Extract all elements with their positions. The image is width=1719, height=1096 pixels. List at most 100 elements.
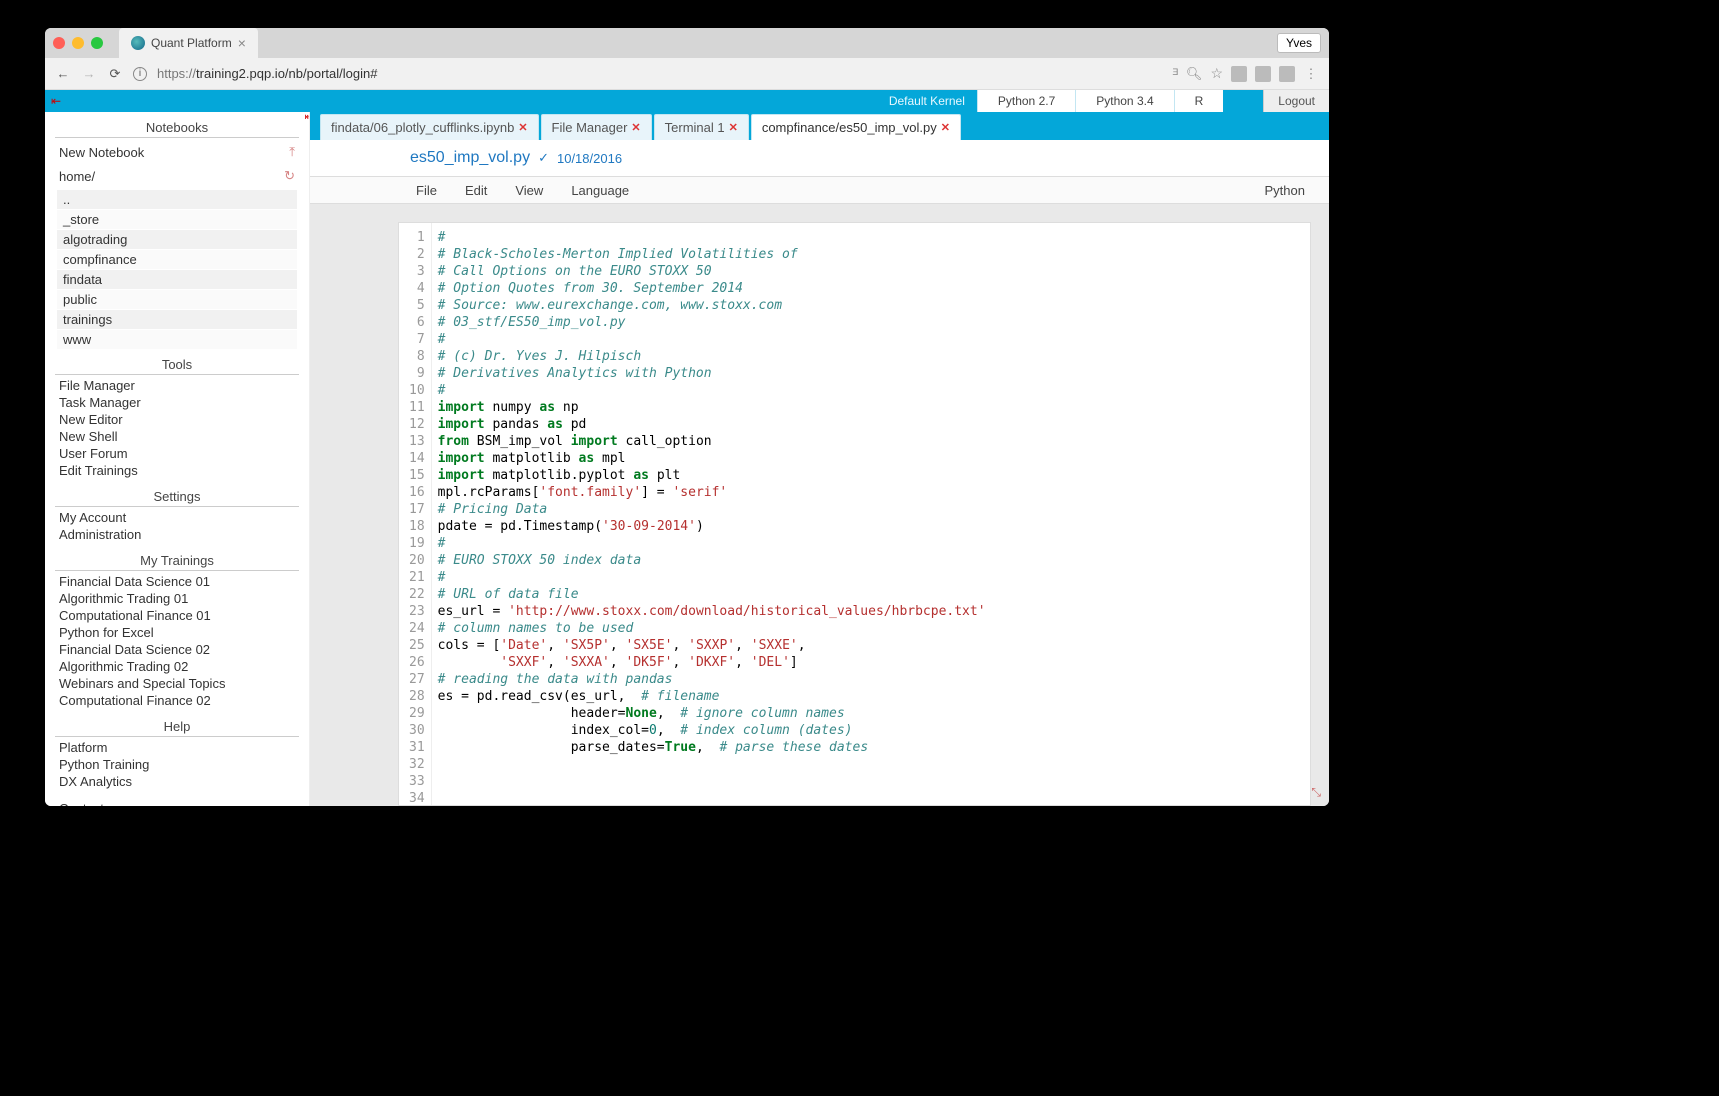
back-icon[interactable]: ← bbox=[55, 66, 71, 82]
training-item[interactable]: Computational Finance 01 bbox=[57, 607, 297, 624]
settings-item[interactable]: My Account bbox=[57, 509, 297, 526]
resize-handle-icon[interactable]: ⤡ bbox=[1311, 785, 1321, 800]
kernel-spacer bbox=[1223, 90, 1263, 112]
profile-button[interactable]: Yves bbox=[1277, 33, 1321, 53]
tool-item[interactable]: New Editor bbox=[57, 411, 297, 428]
file-name[interactable]: es50_imp_vol.py bbox=[410, 149, 530, 167]
refresh-icon[interactable]: ↻ bbox=[284, 168, 295, 184]
directory-item[interactable]: _store bbox=[57, 210, 297, 229]
settings-list: My AccountAdministration bbox=[57, 509, 297, 543]
site-info-icon[interactable]: i bbox=[133, 67, 147, 81]
logout-button[interactable]: Logout bbox=[1263, 90, 1329, 112]
zoom-icon[interactable]: 🔍︎ bbox=[1186, 66, 1203, 82]
kernel-button-py27[interactable]: Python 2.7 bbox=[977, 90, 1075, 112]
close-tab-icon[interactable]: ✕ bbox=[941, 121, 950, 134]
tools-list: File ManagerTask ManagerNew EditorNew Sh… bbox=[57, 377, 297, 479]
document-tab[interactable]: Terminal 1 ✕ bbox=[654, 114, 749, 140]
sidebar-section-trainings: My Trainings bbox=[55, 547, 299, 571]
directory-item[interactable]: public bbox=[57, 290, 297, 309]
document-tab-label: findata/06_plotly_cufflinks.ipynb bbox=[331, 120, 514, 135]
tool-item[interactable]: Task Manager bbox=[57, 394, 297, 411]
training-item[interactable]: Algorithmic Trading 02 bbox=[57, 658, 297, 675]
directory-item[interactable]: .. bbox=[57, 190, 297, 209]
code-editor[interactable]: 1234567891011121314151617181920212223242… bbox=[398, 222, 1311, 806]
translate-icon[interactable]: ᴲ bbox=[1173, 66, 1178, 81]
directory-list: .._storealgotradingcompfinancefindatapub… bbox=[57, 190, 297, 349]
code-area[interactable]: ## Black-Scholes-Merton Implied Volatili… bbox=[432, 223, 986, 805]
document-tab-label: File Manager bbox=[552, 120, 628, 135]
line-gutter: 1234567891011121314151617181920212223242… bbox=[399, 223, 432, 805]
menu-language[interactable]: Language bbox=[571, 183, 629, 198]
directory-item[interactable]: compfinance bbox=[57, 250, 297, 269]
kernel-button-r[interactable]: R bbox=[1174, 90, 1224, 112]
file-header: es50_imp_vol.py ✓ 10/18/2016 bbox=[310, 140, 1329, 176]
menu-view[interactable]: View bbox=[515, 183, 543, 198]
extension-icon[interactable] bbox=[1255, 66, 1271, 82]
document-tab[interactable]: findata/06_plotly_cufflinks.ipynb ✕ bbox=[320, 114, 539, 140]
home-label: home/ bbox=[59, 169, 95, 184]
extension-icon[interactable] bbox=[1231, 66, 1247, 82]
close-tab-icon[interactable]: ✕ bbox=[518, 121, 527, 134]
panel-toggle-icon[interactable]: ⇤ bbox=[45, 94, 67, 108]
training-item[interactable]: Computational Finance 02 bbox=[57, 692, 297, 709]
help-item[interactable]: DX Analytics bbox=[57, 773, 297, 790]
close-tab-icon[interactable]: ✕ bbox=[631, 121, 640, 134]
directory-item[interactable]: findata bbox=[57, 270, 297, 289]
document-tab-label: Terminal 1 bbox=[665, 120, 725, 135]
close-tab-icon[interactable]: ✕ bbox=[729, 121, 738, 134]
pin-icon[interactable]: ⤒ bbox=[289, 144, 295, 160]
training-item[interactable]: Python for Excel bbox=[57, 624, 297, 641]
forward-icon[interactable]: → bbox=[81, 66, 97, 82]
new-notebook-row[interactable]: New Notebook ⤒ bbox=[45, 140, 309, 164]
help-item[interactable]: Python Training bbox=[57, 756, 297, 773]
training-item[interactable]: Webinars and Special Topics bbox=[57, 675, 297, 692]
browser-tab-title: Quant Platform bbox=[151, 36, 232, 50]
language-indicator[interactable]: Python bbox=[1265, 183, 1305, 198]
url-path: training2.pqp.io/nb/portal/login# bbox=[196, 66, 377, 81]
favicon-icon bbox=[131, 36, 145, 50]
editor-menubar: File Edit View Language Python bbox=[310, 176, 1329, 204]
default-kernel-label[interactable]: Default Kernel bbox=[877, 94, 977, 108]
contact-item[interactable]: Contact us bbox=[57, 800, 297, 806]
contact-list: Contact usTell Friends bbox=[57, 800, 297, 806]
document-tab[interactable]: compfinance/es50_imp_vol.py ✕ bbox=[751, 114, 961, 140]
tool-item[interactable]: New Shell bbox=[57, 428, 297, 445]
file-date: 10/18/2016 bbox=[557, 151, 622, 166]
minimize-window-icon[interactable] bbox=[72, 37, 84, 49]
directory-item[interactable]: www bbox=[57, 330, 297, 349]
kernel-button-py34[interactable]: Python 3.4 bbox=[1075, 90, 1173, 112]
tool-item[interactable]: Edit Trainings bbox=[57, 462, 297, 479]
sidebar-section-tools: Tools bbox=[55, 351, 299, 375]
chrome-menu-icon[interactable]: ⋮ bbox=[1303, 66, 1319, 82]
bookmark-icon[interactable]: ☆ bbox=[1210, 65, 1223, 82]
browser-tab[interactable]: Quant Platform × bbox=[119, 28, 258, 58]
document-tab-label: compfinance/es50_imp_vol.py bbox=[762, 120, 937, 135]
tool-item[interactable]: User Forum bbox=[57, 445, 297, 462]
close-window-icon[interactable] bbox=[53, 37, 65, 49]
url-protocol: https:// bbox=[157, 66, 196, 81]
zoom-window-icon[interactable] bbox=[91, 37, 103, 49]
training-item[interactable]: Algorithmic Trading 01 bbox=[57, 590, 297, 607]
help-item[interactable]: Platform bbox=[57, 739, 297, 756]
close-tab-icon[interactable]: × bbox=[238, 36, 246, 50]
directory-item[interactable]: algotrading bbox=[57, 230, 297, 249]
chrome-tab-strip: Quant Platform × Yves bbox=[45, 28, 1329, 58]
menu-file[interactable]: File bbox=[416, 183, 437, 198]
sidebar: ⇤ Notebooks New Notebook ⤒ home/ ↻ .._st… bbox=[45, 112, 310, 806]
reload-icon[interactable]: ⟳ bbox=[107, 66, 123, 82]
sidebar-section-help: Help bbox=[55, 713, 299, 737]
extension-icon[interactable] bbox=[1279, 66, 1295, 82]
document-tab[interactable]: File Manager✕ bbox=[541, 114, 652, 140]
saved-check-icon: ✓ bbox=[538, 150, 549, 166]
training-item[interactable]: Financial Data Science 02 bbox=[57, 641, 297, 658]
menu-edit[interactable]: Edit bbox=[465, 183, 487, 198]
settings-item[interactable]: Administration bbox=[57, 526, 297, 543]
tool-item[interactable]: File Manager bbox=[57, 377, 297, 394]
kernel-bar: ⇤ Default Kernel Python 2.7 Python 3.4 R… bbox=[45, 90, 1329, 112]
sidebar-collapse-icon[interactable]: ⇤ bbox=[305, 112, 310, 123]
main-panel: findata/06_plotly_cufflinks.ipynb✕File M… bbox=[310, 112, 1329, 806]
home-row[interactable]: home/ ↻ bbox=[45, 164, 309, 188]
training-item[interactable]: Financial Data Science 01 bbox=[57, 573, 297, 590]
url-field[interactable]: https://training2.pqp.io/nb/portal/login… bbox=[157, 66, 1163, 81]
directory-item[interactable]: trainings bbox=[57, 310, 297, 329]
